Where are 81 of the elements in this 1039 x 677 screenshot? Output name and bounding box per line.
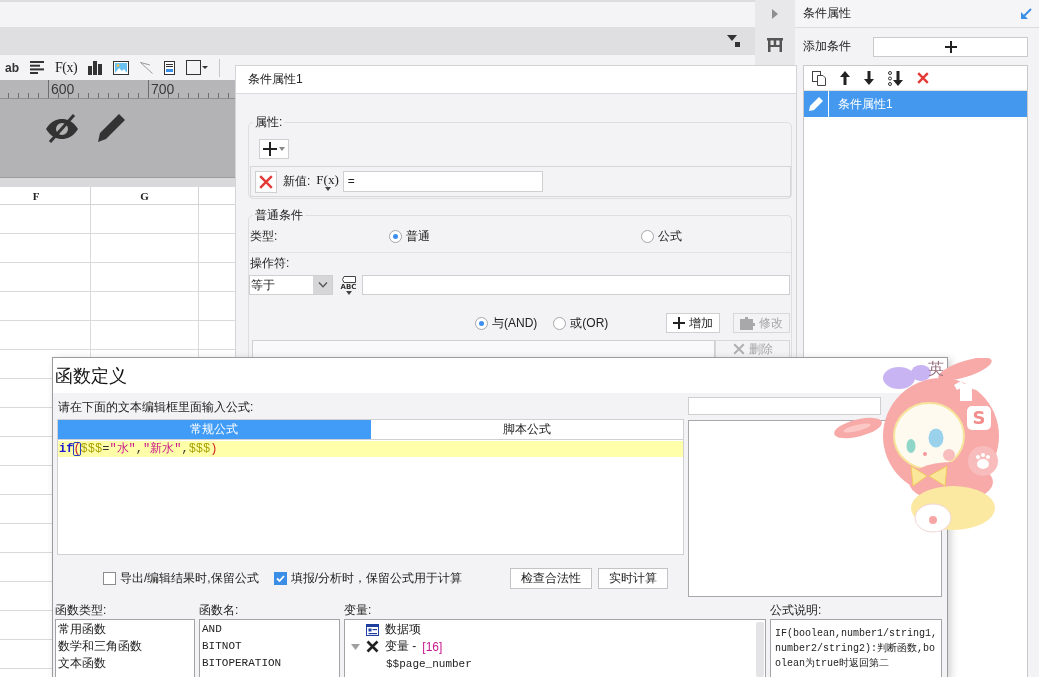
- radio-option[interactable]: 与(AND): [475, 314, 538, 332]
- remove-button[interactable]: [255, 170, 277, 193]
- formula-tab[interactable]: 脚本公式: [370, 420, 683, 439]
- add-condition-label: 添加条件: [803, 38, 852, 55]
- layout-icon[interactable]: [767, 38, 783, 52]
- tag-icon: [341, 275, 356, 283]
- caret-icon: [279, 147, 285, 151]
- list-label: 公式说明:: [770, 602, 822, 619]
- caret-icon: [345, 290, 352, 295]
- add-property-button[interactable]: [259, 139, 289, 159]
- puzzle-icon: [740, 316, 755, 330]
- list-item[interactable]: BITNOT: [202, 638, 337, 655]
- function-type-list[interactable]: 常用函数 数学和三角函数 文本函数: [55, 619, 195, 677]
- triangle-icon[interactable]: [772, 9, 778, 19]
- group-label: 属性:: [254, 115, 284, 130]
- list-label: 变量:: [344, 602, 372, 619]
- function-name-list[interactable]: AND BITNOT BITOPERATION: [199, 619, 340, 677]
- plus-icon: [263, 142, 277, 156]
- plus-icon: [673, 317, 685, 329]
- cross-icon: [732, 343, 745, 355]
- field-label: 类型:: [250, 227, 278, 245]
- radio-option[interactable]: 或(OR): [553, 314, 609, 332]
- pencil-icon: [808, 96, 824, 112]
- expand-triangle-icon[interactable]: [350, 643, 360, 650]
- card-icon: [366, 623, 379, 636]
- eye-slash-icon[interactable]: [45, 113, 79, 144]
- variable-tree[interactable]: 数据项 变量 - [16] $$page_number: [344, 619, 766, 677]
- dropdown-icon[interactable]: [727, 35, 740, 47]
- field-label: 操作符:: [249, 256, 290, 271]
- text-style-button[interactable]: ab: [5, 60, 19, 75]
- pencil-icon[interactable]: [96, 113, 126, 143]
- formula-button[interactable]: F(x): [55, 59, 78, 76]
- checkbox-option[interactable]: 填报/分析时，保留公式用于计算: [273, 569, 462, 587]
- chevron-down-icon: [317, 282, 328, 288]
- list-item[interactable]: 文本函数: [58, 655, 192, 672]
- list-item[interactable]: AND: [202, 621, 337, 638]
- cross-icon: [259, 174, 273, 189]
- diagonal-arrow-icon[interactable]: [1020, 7, 1032, 20]
- dialog-button[interactable]: 检查合法性: [510, 567, 592, 589]
- list-label: 函数名:: [199, 602, 239, 619]
- formula-button[interactable]: F(x): [316, 172, 339, 191]
- column-header[interactable]: G: [91, 187, 199, 204]
- checkbox-option[interactable]: 导出/编辑结果时,保留公式: [103, 569, 259, 587]
- add-button[interactable]: 增加: [666, 313, 720, 333]
- rabbit-ear-drawing: [833, 417, 883, 439]
- operator-select[interactable]: 等于: [249, 275, 333, 295]
- input-field[interactable]: [688, 397, 881, 415]
- tree-item[interactable]: 数据项: [350, 621, 756, 638]
- radio-option[interactable]: 公式: [641, 227, 682, 245]
- x-mark-icon: [366, 640, 379, 653]
- dialog-button[interactable]: 实时计算: [598, 567, 668, 589]
- list-label: 函数类型:: [55, 602, 107, 619]
- cross-icon[interactable]: [917, 72, 929, 84]
- border-icon[interactable]: [186, 60, 209, 75]
- plus-icon: [944, 40, 957, 53]
- panel-title: 条件属性: [803, 5, 851, 22]
- list-item[interactable]: 常用函数: [58, 621, 192, 638]
- image-icon[interactable]: [113, 60, 130, 75]
- dialog-title: 条件属性1: [248, 71, 303, 88]
- column-header[interactable]: F: [0, 187, 91, 204]
- copy-icon[interactable]: [812, 70, 826, 86]
- align-left-icon[interactable]: [30, 61, 44, 74]
- scrollbar-thumb[interactable]: [756, 622, 764, 677]
- prompt-text: 请在下面的文本编辑框里面输入公式:: [57, 399, 254, 416]
- move-to-bottom-icon[interactable]: [888, 70, 903, 86]
- input-mode-label[interactable]: 英: [928, 359, 944, 378]
- dialog-title: 函数定义: [55, 364, 127, 388]
- tree-item[interactable]: $$page_number: [386, 655, 756, 672]
- group-label: 普通条件: [254, 208, 304, 223]
- value-field[interactable]: [362, 275, 790, 295]
- property-label: 新值:: [283, 173, 311, 190]
- arrow-down-icon[interactable]: [864, 71, 874, 85]
- bar-chart-icon[interactable]: [88, 60, 103, 75]
- list-item[interactable]: 数学和三角函数: [58, 638, 192, 655]
- radio-option[interactable]: 普通: [389, 227, 430, 245]
- arrow-up-icon[interactable]: [840, 71, 850, 85]
- value-field[interactable]: =: [342, 171, 543, 192]
- list-item[interactable]: BITOPERATION: [202, 655, 337, 672]
- document-icon[interactable]: [164, 60, 176, 75]
- tree-item[interactable]: 变量 - [16]: [350, 638, 756, 655]
- description-text: IF(boolean,number1/string1,number2/string2):判断函数,boolean为true时返回第二: [775, 627, 939, 671]
